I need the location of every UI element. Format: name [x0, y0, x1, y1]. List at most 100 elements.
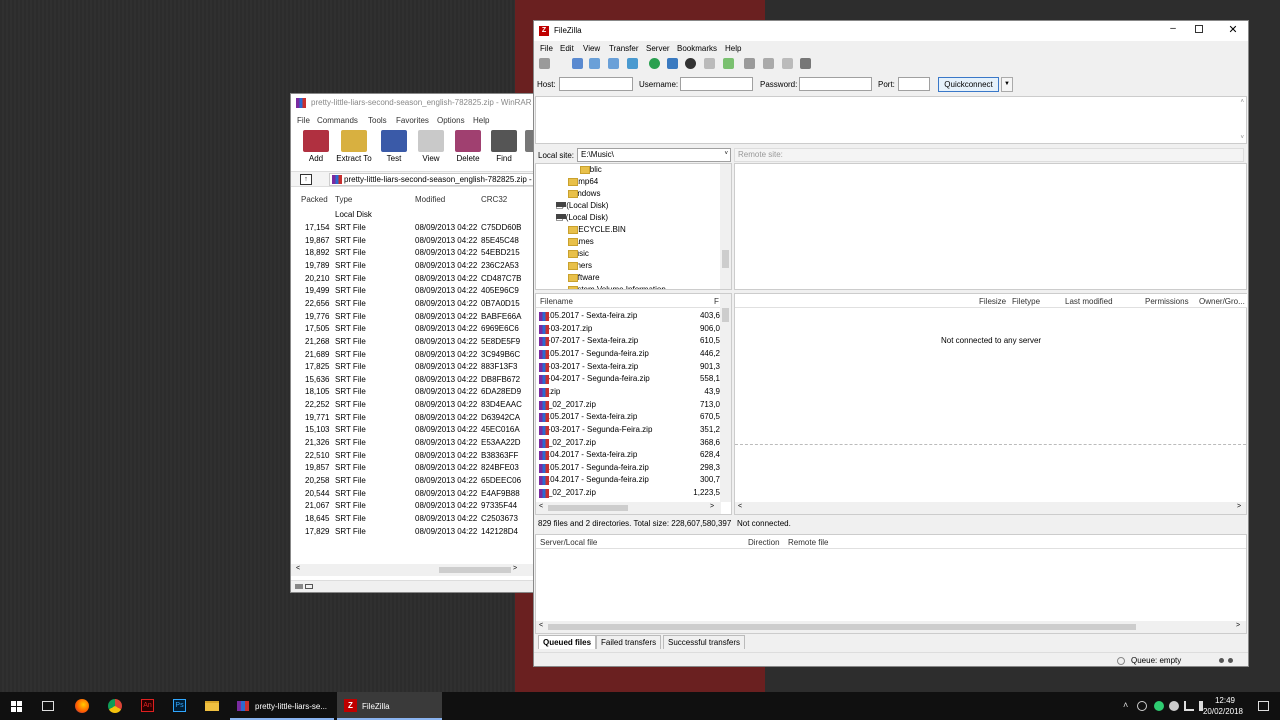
list-item[interactable]: 24.04.2017 - Segunda-feira.zip 300,7	[536, 474, 721, 487]
close-button[interactable]: ✕	[1226, 23, 1240, 36]
fz-menu-view[interactable]: View	[583, 44, 600, 53]
table-row[interactable]: 21,689 SRT File 08/09/2013 04:22 3C949B6C	[291, 349, 534, 362]
local-list-vscrollbar[interactable]	[720, 294, 731, 502]
tray-green-icon[interactable]	[1154, 701, 1164, 711]
winrar-delete-button[interactable]: Delete	[449, 130, 487, 163]
username-input[interactable]	[680, 77, 753, 91]
winrar-extract-to-button[interactable]: Extract To	[335, 130, 373, 163]
table-row[interactable]: 22,656 SRT File 08/09/2013 04:22 0B7A0D15	[291, 298, 534, 311]
fz-menu-edit[interactable]: Edit	[560, 44, 574, 53]
list-item[interactable]: 14-07-2017 - Sexta-feira.zip 610,5	[536, 335, 721, 348]
table-row[interactable]: 17,505 SRT File 08/09/2013 04:22 6969E6C6	[291, 323, 534, 336]
clock-time[interactable]: 12:49	[1212, 696, 1238, 705]
compare-icon[interactable]	[763, 58, 774, 69]
scroll-left-arrow[interactable]: <	[738, 503, 742, 510]
toggle-tree-icon[interactable]	[589, 58, 600, 69]
table-row[interactable]: 17,154 SRT File 08/09/2013 04:22 C75DD60B	[291, 222, 534, 235]
scroll-left-arrow[interactable]: <	[296, 565, 300, 572]
scroll-right-arrow[interactable]: >	[1236, 622, 1240, 629]
photoshop-icon[interactable]: Ps	[173, 699, 186, 712]
host-input[interactable]	[559, 77, 633, 91]
clock-date[interactable]: 20/02/2018	[1200, 707, 1246, 716]
tree-item[interactable]: -E: (Local Disk)	[536, 212, 731, 225]
scroll-thumb[interactable]	[439, 567, 511, 573]
list-item[interactable]: 12.05.2017 - Sexta-feira.zip 403,6	[536, 310, 721, 323]
col-filename[interactable]: Filename	[540, 297, 573, 306]
list-item[interactable]: 15.05.2017 - Segunda-feira.zip 446,2	[536, 348, 721, 361]
filter-icon[interactable]	[744, 58, 755, 69]
remote-col-filesize[interactable]: Filesize	[979, 297, 1006, 306]
queue-hscrollbar[interactable]: < >	[536, 621, 1246, 633]
list-item[interactable]: 17.zip 43,9	[536, 386, 721, 399]
remote-col-lastmodified[interactable]: Last modified	[1065, 297, 1113, 306]
table-row[interactable]: 19,857 SRT File 08/09/2013 04:22 824BFE03	[291, 462, 534, 475]
list-item[interactable]: 24_02_2017.zip 1,223,5	[536, 487, 721, 500]
log-scroll-down[interactable]: ˅	[1240, 135, 1244, 141]
winrar-menu-file[interactable]: File	[297, 116, 310, 125]
col-modified[interactable]: Modified	[415, 195, 445, 204]
table-row[interactable]: 22,252 SRT File 08/09/2013 04:22 83D4EAAC	[291, 399, 534, 412]
fz-menu-server[interactable]: Server	[646, 44, 670, 53]
toggle-remote-tree-icon[interactable]	[608, 58, 619, 69]
queue-col-direction[interactable]: Direction	[748, 538, 780, 547]
reconnect-icon[interactable]	[723, 58, 734, 69]
tray-network-icon[interactable]	[1184, 701, 1194, 711]
table-row[interactable]: 22,510 SRT File 08/09/2013 04:22 B38363FF	[291, 450, 534, 463]
queue-col-remote[interactable]: Remote file	[788, 538, 828, 547]
winrar-menu-options[interactable]: Options	[437, 116, 465, 125]
password-input[interactable]	[799, 77, 872, 91]
search-icon[interactable]	[800, 58, 811, 69]
tree-item[interactable]: +Software	[536, 272, 731, 285]
disconnect-icon[interactable]	[704, 58, 715, 69]
fz-menu-file[interactable]: File	[540, 44, 553, 53]
queue-col-file[interactable]: Server/Local file	[540, 538, 597, 547]
winrar-add-button[interactable]: Add	[297, 130, 335, 163]
tab-successful-transfers[interactable]: Successful transfers	[663, 635, 746, 649]
chevron-down-icon[interactable]: ˅	[724, 151, 728, 157]
local-list-hscroll-thumb[interactable]	[548, 505, 628, 511]
list-item[interactable]: 17_02_2017.zip 713,0	[536, 399, 721, 412]
winrar-view-button[interactable]: View	[412, 130, 450, 163]
maximize-button[interactable]	[1195, 25, 1203, 33]
list-item[interactable]: 17-03-2017 - Sexta-feira.zip 901,3	[536, 361, 721, 374]
file-explorer-icon[interactable]	[205, 701, 219, 711]
archive-path-field[interactable]: pretty-little-liars-second-season_englis…	[329, 173, 534, 186]
chrome-icon[interactable]	[108, 699, 122, 713]
process-queue-icon[interactable]	[667, 58, 678, 69]
winrar-menu-help[interactable]: Help	[473, 116, 489, 125]
notifications-icon[interactable]	[1258, 701, 1269, 711]
scroll-right-arrow[interactable]: >	[710, 503, 714, 510]
remote-col-permissions[interactable]: Permissions	[1145, 297, 1189, 306]
windows-start-icon[interactable]	[11, 701, 22, 712]
fz-menu-help[interactable]: Help	[725, 44, 741, 53]
remote-list-hscrollbar[interactable]: < >	[735, 502, 1246, 514]
table-row[interactable]: 19,499 SRT File 08/09/2013 04:22 405E96C9	[291, 285, 534, 298]
table-row[interactable]: 19,771 SRT File 08/09/2013 04:22 D63942CA	[291, 412, 534, 425]
minimize-button[interactable]: –	[1166, 23, 1180, 34]
list-item[interactable]: 21.04.2017 - Sexta-feira.zip 628,4	[536, 449, 721, 462]
winrar-titlebar[interactable]: pretty-little-liars-second-season_englis…	[291, 94, 534, 112]
quickconnect-dropdown[interactable]: ▼	[1001, 77, 1013, 92]
local-site-input[interactable]: E:\Music\ ˅	[577, 148, 731, 162]
port-input[interactable]	[898, 77, 930, 91]
tray-steam-icon[interactable]	[1169, 701, 1179, 711]
firefox-icon[interactable]	[75, 699, 89, 713]
queue-hscroll-thumb[interactable]	[548, 624, 1136, 630]
tree-item[interactable]: +Games	[536, 236, 731, 249]
tree-item[interactable]: +Public	[536, 164, 731, 177]
col-type[interactable]: Type	[335, 195, 352, 204]
refresh-icon[interactable]	[649, 58, 660, 69]
remote-col-filetype[interactable]: Filetype	[1012, 297, 1040, 306]
acrobat-icon[interactable]: An	[141, 699, 154, 712]
list-item[interactable]: 13-03-2017.zip 906,0	[536, 323, 721, 336]
list-item[interactable]: 20-03-2017 - Segunda-Feira.zip 351,2	[536, 424, 721, 437]
toggle-log-icon[interactable]	[572, 58, 583, 69]
table-row[interactable]: 21,268 SRT File 08/09/2013 04:22 5E8DE5F9	[291, 336, 534, 349]
col-packed[interactable]: Packed	[301, 195, 328, 204]
tree-item[interactable]: +$RECYCLE.BIN	[536, 224, 731, 237]
scroll-left-arrow[interactable]: <	[539, 622, 543, 629]
table-row[interactable]: 19,867 SRT File 08/09/2013 04:22 85E45C48	[291, 235, 534, 248]
list-item[interactable]: 22.05.2017 - Segunda-feira.zip 298,3	[536, 462, 721, 475]
quickconnect-button[interactable]: Quickconnect	[938, 77, 999, 92]
winrar-find-button[interactable]: Find	[485, 130, 523, 163]
